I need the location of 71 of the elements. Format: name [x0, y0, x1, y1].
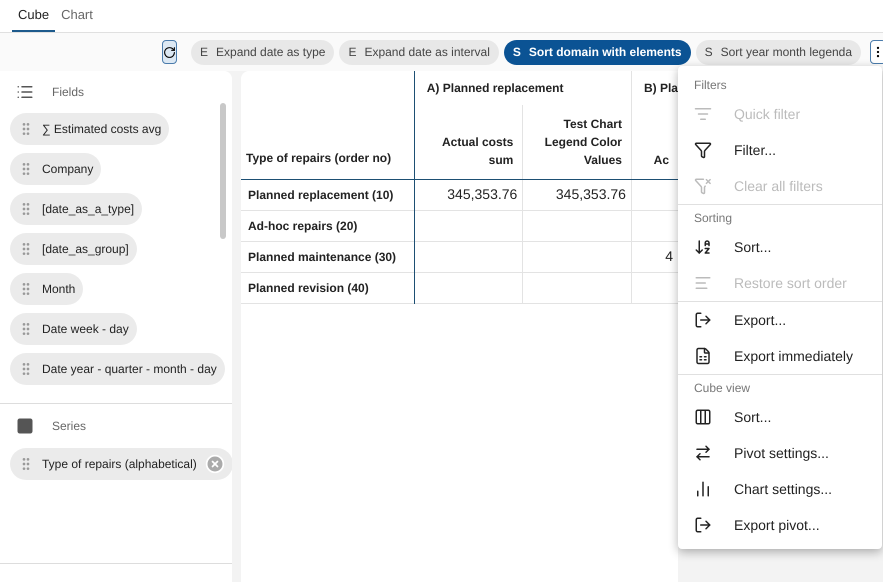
row-header: Planned replacement (10): [248, 188, 394, 202]
field-label: Type of repairs (alphabetical): [42, 456, 197, 473]
field-chip[interactable]: Date week - day: [10, 313, 137, 345]
chip-prefix: S: [704, 44, 713, 61]
group-header: B) Pla: [644, 81, 678, 95]
menu-item[interactable]: Export immediately: [678, 338, 882, 374]
menu-item[interactable]: Export...: [678, 302, 882, 338]
field-label: ∑ Estimated costs avg: [42, 121, 162, 138]
menu-item[interactable]: Export pivot...: [678, 507, 882, 543]
row-header: Ad-hoc repairs (20): [248, 218, 358, 232]
menu-item[interactable]: Chart settings...: [678, 471, 882, 507]
field-chip[interactable]: ∑ Estimated costs avg: [10, 113, 170, 145]
section-title: Series: [52, 418, 86, 435]
export-icon: [694, 516, 712, 534]
chip-prefix: E: [200, 44, 208, 61]
menu-item[interactable]: Sort...: [678, 399, 882, 435]
filter-icon: [694, 141, 712, 159]
section-title: Fields: [52, 84, 84, 101]
spreadsheet-icon: [694, 347, 712, 365]
row-header: Planned revision (40): [248, 280, 369, 294]
column-header: Ac: [654, 152, 669, 166]
column-header: Actual costs sum: [442, 134, 514, 166]
sort-az-icon: [694, 238, 712, 256]
scrollbar[interactable]: [220, 103, 226, 239]
chip-label: Expand date as type: [216, 44, 326, 61]
field-chip[interactable]: Type of repairs (alphabetical): [10, 448, 232, 480]
menu-section-title: Filters: [693, 77, 728, 94]
field-label: Company: [42, 161, 94, 178]
field-label: Date year - quarter - month - day: [42, 361, 217, 378]
column-header: Test Chart Legend Color Values: [544, 116, 622, 166]
field-chip[interactable]: Company: [10, 153, 102, 185]
field-chip[interactable]: [date_as_a_type]: [10, 193, 142, 225]
group-header: A) Planned replacement: [426, 81, 564, 95]
pivot-icon: [694, 444, 712, 462]
chip-label: Sort year month legenda: [720, 44, 852, 61]
clear-filter-icon: [694, 177, 712, 195]
field-label: Month: [42, 281, 76, 298]
filter-chip[interactable]: E Expand date as type: [191, 40, 334, 64]
table-cell: 345,353.76: [447, 186, 518, 202]
row-header: Planned maintenance (30): [248, 250, 396, 264]
chip-label: Expand date as interval: [364, 44, 490, 61]
menu-section-title: Cube view: [693, 380, 752, 397]
field-chip[interactable]: Month: [10, 273, 84, 305]
field-label: [date_as_a_type]: [42, 201, 134, 218]
menu-item[interactable]: Filter...: [678, 132, 882, 168]
remove-icon[interactable]: [204, 454, 225, 474]
refresh-icon: [163, 46, 176, 58]
filter-chip[interactable]: S Sort domain with elements: [504, 40, 691, 64]
column-header: Type of repairs (order no): [246, 150, 392, 164]
table-cell: 4: [665, 248, 673, 264]
filter-chip[interactable]: S Sort year month legenda: [696, 40, 862, 64]
list-icon: [16, 83, 34, 101]
field-label: [date_as_group]: [42, 241, 129, 258]
quick-filter-icon: [694, 105, 712, 123]
tab[interactable]: Chart: [55, 0, 99, 32]
export-icon: [694, 311, 712, 329]
chip-prefix: E: [348, 44, 356, 61]
lines-icon: [694, 274, 712, 292]
filter-chip[interactable]: E Expand date as interval: [339, 40, 499, 64]
table-cell: 345,353.76: [556, 186, 626, 202]
field-chip[interactable]: [date_as_group]: [10, 233, 137, 265]
bar-chart-icon: [694, 480, 712, 498]
chip-prefix: S: [512, 44, 521, 61]
field-label: Date week - day: [42, 321, 129, 338]
refresh-button[interactable]: [162, 40, 177, 64]
menu-section-title: Sorting: [693, 210, 734, 227]
field-chip[interactable]: Date year - quarter - month - day: [10, 353, 225, 385]
menu-item[interactable]: Pivot settings...: [678, 435, 882, 471]
chip-label: Sort domain with elements: [528, 44, 682, 61]
menu-item[interactable]: Sort...: [678, 229, 882, 265]
more-button[interactable]: [870, 40, 883, 64]
